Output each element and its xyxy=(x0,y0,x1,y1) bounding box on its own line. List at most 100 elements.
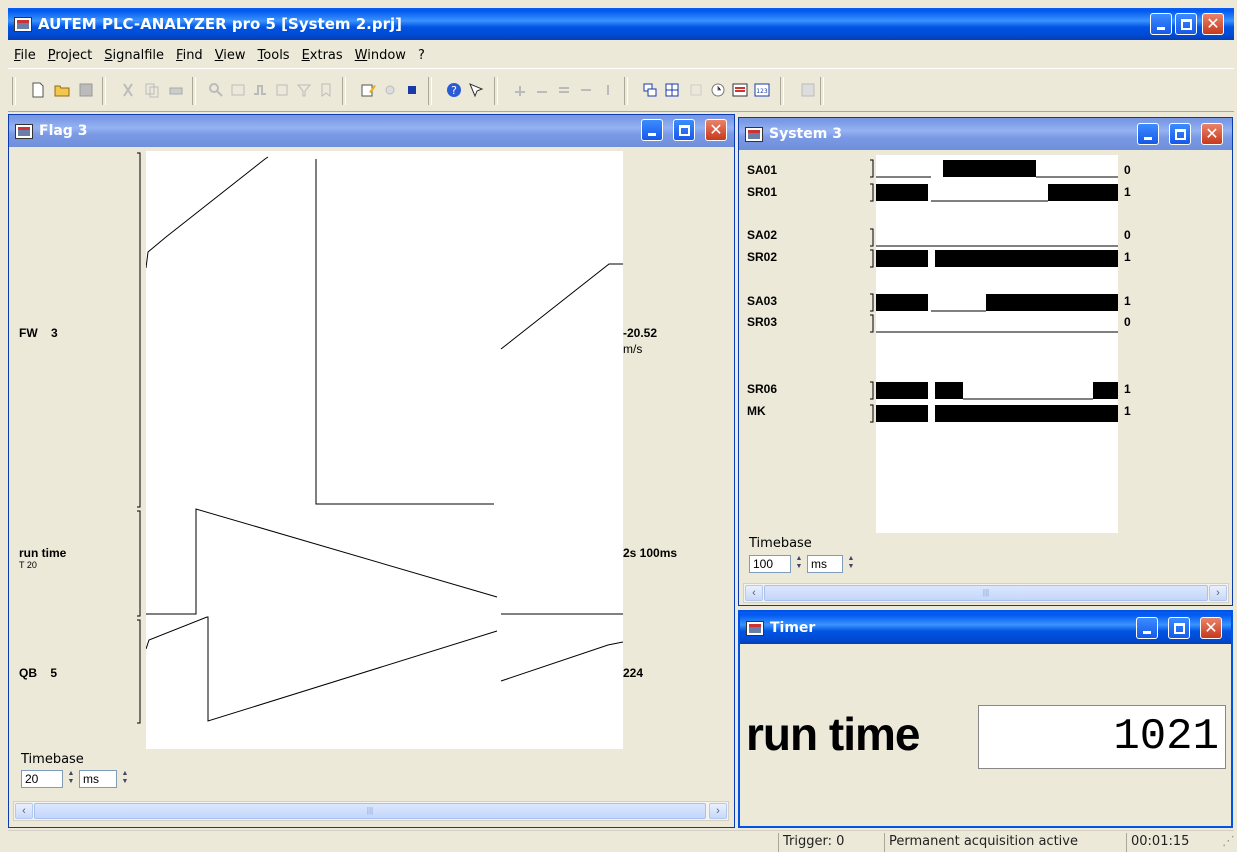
run-time-waveform xyxy=(146,508,498,615)
close-icon: ✕ xyxy=(709,120,723,139)
save-icon[interactable] xyxy=(78,82,94,98)
timebase-unit-spinner[interactable]: ▲ ▼ xyxy=(845,555,857,573)
close-icon: ✕ xyxy=(1206,14,1220,33)
stop-icon[interactable] xyxy=(404,82,420,98)
edit-icon[interactable] xyxy=(360,82,376,98)
clock-icon[interactable] xyxy=(710,82,726,98)
scroll-right-button[interactable]: › xyxy=(1209,585,1227,601)
timebase-unit-select[interactable]: ms xyxy=(807,555,843,573)
minimize-button[interactable] xyxy=(1137,123,1159,145)
menu-signalfile[interactable]: Signalfile xyxy=(98,48,170,63)
help-icon[interactable]: ? xyxy=(446,82,462,98)
timer-window[interactable]: Timer ✕ run time 1021 xyxy=(738,610,1233,828)
maximize-button[interactable] xyxy=(1175,13,1197,35)
zoom-out-icon[interactable] xyxy=(534,82,550,98)
app-title-bar[interactable]: AUTEM PLC-ANALYZER pro 5 [System 2.prj] … xyxy=(8,8,1234,40)
zoom-in-icon[interactable] xyxy=(512,82,528,98)
cut-icon[interactable] xyxy=(120,82,136,98)
scroll-right-button[interactable]: › xyxy=(709,803,727,819)
timer-value: 1021 xyxy=(978,705,1226,769)
timebase-value-spinner[interactable]: ▲ ▼ xyxy=(65,770,77,788)
system-horizontal-scrollbar[interactable]: ‹ ||| › xyxy=(743,583,1229,603)
context-help-icon[interactable] xyxy=(468,82,484,98)
timer-window-title-bar[interactable]: Timer ✕ xyxy=(740,612,1231,644)
system-window-title-bar[interactable]: System 3 ✕ xyxy=(739,118,1232,150)
timebase-unit-select[interactable]: ms xyxy=(79,770,117,788)
timebase-value-input[interactable]: 20 xyxy=(21,770,63,788)
maximize-button[interactable] xyxy=(673,119,695,141)
flag-axis-brackets xyxy=(137,152,141,724)
fw-waveform xyxy=(145,156,269,269)
timebase-value-input[interactable]: 100 xyxy=(749,555,791,573)
signal-value-sr06: 1 xyxy=(1124,382,1131,396)
search-icon[interactable] xyxy=(208,82,224,98)
scroll-left-button[interactable]: ‹ xyxy=(15,803,33,819)
fw-value: -20.52 xyxy=(623,326,658,340)
grid-icon[interactable] xyxy=(688,82,704,98)
system-window-title: System 3 xyxy=(769,126,842,142)
minimize-button[interactable] xyxy=(1150,13,1172,35)
open-folder-icon[interactable] xyxy=(54,82,70,98)
system-window[interactable]: System 3 ✕ SA01 SR01 SA02 SR02 SA03 SR03… xyxy=(738,117,1233,606)
fw-waveform-rise xyxy=(500,263,623,350)
timebase-label: Timebase xyxy=(749,536,812,551)
minimize-button[interactable] xyxy=(1136,617,1158,639)
system-plot-area[interactable] xyxy=(876,155,1118,533)
menu-project[interactable]: Project xyxy=(42,48,99,63)
menu-tools[interactable]: Tools xyxy=(252,48,296,63)
status-panel-empty xyxy=(8,833,778,852)
zoom-left-icon[interactable] xyxy=(578,82,594,98)
close-button[interactable]: ✕ xyxy=(705,119,727,141)
signal-value-sa02: 0 xyxy=(1124,228,1131,242)
scroll-thumb[interactable]: ||| xyxy=(34,803,706,819)
find-signal-icon[interactable] xyxy=(252,82,268,98)
resize-grip-icon[interactable]: ⋰ xyxy=(1218,833,1235,852)
filter-icon[interactable] xyxy=(296,82,312,98)
flag-window[interactable]: Flag 3 ✕ FW 3 run time T 20 QB 5 -20.52 … xyxy=(8,114,735,828)
close-button[interactable]: ✕ xyxy=(1201,123,1223,145)
maximize-button[interactable] xyxy=(1169,123,1191,145)
minimize-icon xyxy=(1143,630,1151,634)
signal-name-sa03: SA03 xyxy=(747,294,778,308)
zoom-right-icon[interactable] xyxy=(600,82,616,98)
close-button[interactable]: ✕ xyxy=(1200,617,1222,639)
find-next-icon[interactable] xyxy=(274,82,290,98)
tile-windows-icon[interactable] xyxy=(664,82,680,98)
cascade-windows-icon[interactable] xyxy=(642,82,658,98)
flag-window-title-bar[interactable]: Flag 3 ✕ xyxy=(9,115,734,147)
signal-window-icon[interactable] xyxy=(732,82,748,98)
flag-horizontal-scrollbar[interactable]: ‹ ||| › xyxy=(13,801,729,821)
timer-window-title: Timer xyxy=(770,620,816,636)
menu-file[interactable]: File xyxy=(8,48,42,63)
timebase-value-spinner[interactable]: ▲ ▼ xyxy=(793,555,805,573)
value-window-icon[interactable]: 123 xyxy=(754,82,770,98)
scroll-thumb[interactable]: ||| xyxy=(764,585,1208,601)
menu-window[interactable]: Window xyxy=(349,48,412,63)
signal-name-sr03: SR03 xyxy=(747,315,778,329)
maximize-button[interactable] xyxy=(1168,617,1190,639)
svg-text:?: ? xyxy=(451,84,457,97)
copy-icon[interactable] xyxy=(144,82,160,98)
new-file-icon[interactable] xyxy=(30,82,46,98)
signal-name-sr01: SR01 xyxy=(747,185,778,199)
system-waveforms xyxy=(876,160,1118,422)
scroll-left-button[interactable]: ‹ xyxy=(745,585,763,601)
panel-icon[interactable] xyxy=(800,82,816,98)
minimize-button[interactable] xyxy=(641,119,663,141)
menu-find[interactable]: Find xyxy=(170,48,209,63)
menu-help[interactable]: ? xyxy=(412,48,431,63)
close-button[interactable]: ✕ xyxy=(1202,13,1224,35)
window-icon xyxy=(15,123,33,139)
timebase-unit-spinner[interactable]: ▲ ▼ xyxy=(119,770,131,788)
flag-plot-area[interactable] xyxy=(145,151,624,749)
zoom-fit-icon[interactable] xyxy=(556,82,572,98)
menu-view[interactable]: View xyxy=(209,48,252,63)
status-bar: Trigger: 0 Permanent acquisition active … xyxy=(8,830,1235,852)
toolbar-separator xyxy=(12,77,16,105)
record-icon[interactable] xyxy=(382,82,398,98)
menu-extras[interactable]: Extras xyxy=(296,48,349,63)
flag-waveforms xyxy=(145,156,624,722)
print-icon[interactable] xyxy=(168,82,184,98)
bookmark-icon[interactable] xyxy=(318,82,334,98)
find-text-icon[interactable] xyxy=(230,82,246,98)
